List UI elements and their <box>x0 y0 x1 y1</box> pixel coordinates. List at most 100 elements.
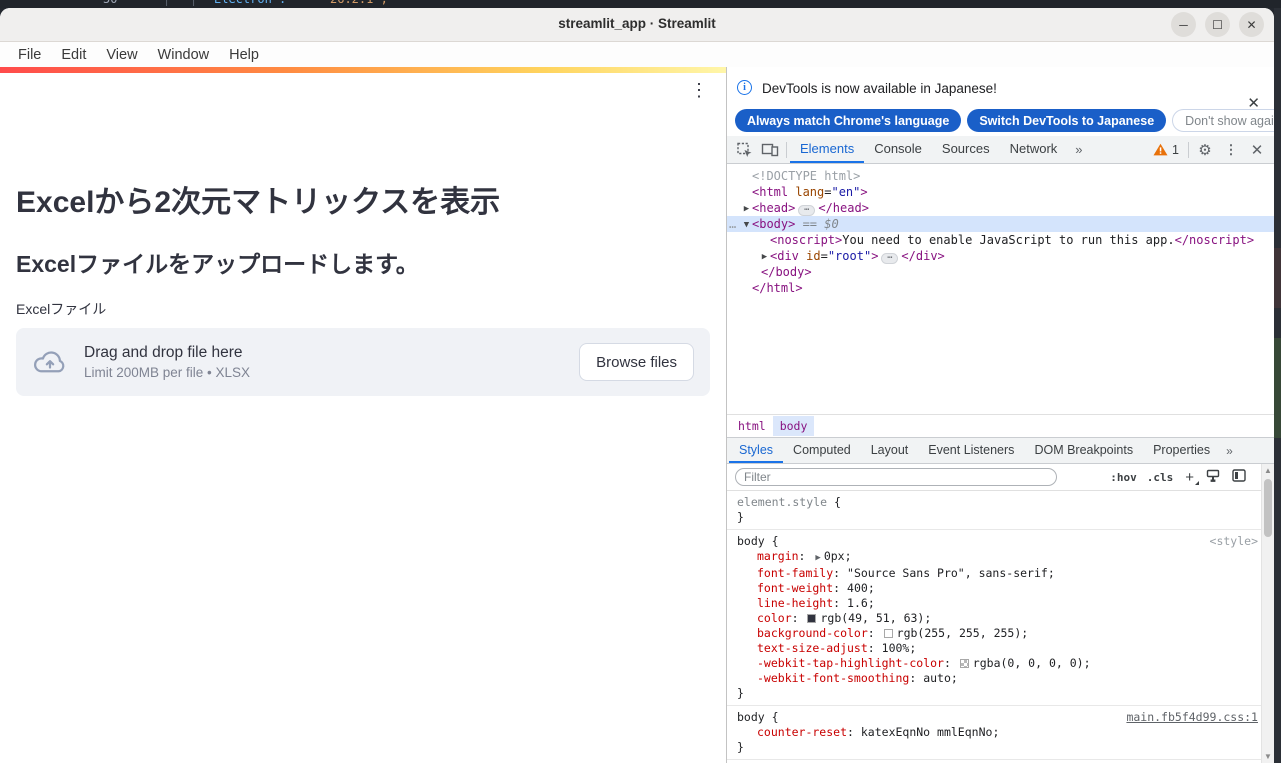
menu-help[interactable]: Help <box>219 47 269 63</box>
dom-node-line[interactable]: ▶<div id="root">⋯</div> <box>727 248 1274 264</box>
css-property[interactable]: background-color: rgb(255, 255, 255); <box>737 626 1252 641</box>
css-property[interactable]: font-family: "Source Sans Pro", sans-ser… <box>737 566 1252 581</box>
uploader-label: Excelファイル <box>16 299 106 319</box>
terminal-text-fragment: 26.2.1 ; <box>330 0 388 7</box>
dom-node-line[interactable]: ▶<head>⋯</head> <box>727 200 1274 216</box>
device-toolbar-icon[interactable] <box>757 138 783 162</box>
close-button[interactable]: ✕ <box>1239 12 1264 37</box>
expand-ellipsis-button[interactable]: ⋯ <box>881 253 898 264</box>
styles-filter-row: :hov .cls + <box>727 464 1274 491</box>
window-title: streamlit_app · Streamlit <box>0 16 1274 31</box>
scrollbar-down-arrow[interactable]: ▼ <box>1262 752 1274 761</box>
dom-node-line[interactable]: </html> <box>727 280 1274 296</box>
banner-button[interactable]: Switch DevTools to Japanese <box>967 109 1166 132</box>
file-limit-text: Limit 200MB per file • XLSX <box>84 365 250 380</box>
dom-node-line[interactable]: <noscript>You need to enable JavaScript … <box>727 232 1274 248</box>
css-property[interactable]: -webkit-tap-highlight-color: rgba(0, 0, … <box>737 656 1252 671</box>
expand-ellipsis-button[interactable]: ⋯ <box>798 205 815 216</box>
devtools-close-icon[interactable]: ✕ <box>1244 138 1270 162</box>
more-sidebar-tabs-icon[interactable]: » <box>1220 444 1239 458</box>
sidebar-tab-properties[interactable]: Properties <box>1143 438 1220 463</box>
pseudo-class-button[interactable]: .cls <box>1147 471 1174 484</box>
banner-buttons: Always match Chrome's language Switch Dev… <box>735 109 1274 132</box>
sidebar-tab-layout[interactable]: Layout <box>861 438 919 463</box>
inspect-element-icon[interactable] <box>731 138 757 162</box>
devtools-tab-elements[interactable]: Elements <box>790 136 864 163</box>
css-property[interactable]: font-weight: 400; <box>737 581 1252 596</box>
more-tabs-icon[interactable]: » <box>1067 142 1090 157</box>
color-swatch[interactable] <box>960 659 969 668</box>
menu-window[interactable]: Window <box>148 47 220 63</box>
devtools-tab-network[interactable]: Network <box>1000 136 1068 163</box>
styles-filter-input[interactable] <box>735 468 1057 486</box>
breadcrumb-html[interactable]: html <box>731 416 773 436</box>
page-subtitle: Excelファイルをアップロードします。 <box>16 245 419 279</box>
titlebar: streamlit_app · Streamlit ─ ☐ ✕ <box>0 8 1274 42</box>
dom-node-line[interactable]: <html lang="en"> <box>727 184 1274 200</box>
scrollbar-up-arrow[interactable]: ▲ <box>1262 466 1274 475</box>
dom-breadcrumb: htmlbody <box>727 414 1274 437</box>
menu-file[interactable]: File <box>8 47 51 63</box>
background-right-sliver <box>1274 8 1281 763</box>
stylesheet-source-link[interactable]: main.fb5f4d99.css:1 <box>1126 710 1258 725</box>
app-window: streamlit_app · Streamlit ─ ☐ ✕ FileEdit… <box>0 8 1274 763</box>
cloud-upload-icon <box>32 345 68 380</box>
pseudo-class-button[interactable]: :hov <box>1110 471 1137 484</box>
minimize-icon: ─ <box>1179 19 1188 31</box>
color-swatch[interactable] <box>807 614 816 623</box>
browse-files-button[interactable]: Browse files <box>579 343 694 381</box>
css-property[interactable]: text-size-adjust: 100%; <box>737 641 1252 656</box>
sidebar-panel-icon[interactable] <box>1232 469 1246 485</box>
styles-scrollbar[interactable]: ▲ ▼ <box>1261 464 1274 763</box>
file-uploader-dropzone[interactable]: Drag and drop file here Limit 200MB per … <box>16 328 710 396</box>
dom-node-line[interactable]: …▼<body> == $0 <box>727 216 1274 232</box>
app-menu-button[interactable]: ⋮ <box>690 82 708 98</box>
sidebar-tab-computed[interactable]: Computed <box>783 438 861 463</box>
minimize-button[interactable]: ─ <box>1171 12 1196 37</box>
scrollbar-thumb[interactable] <box>1264 479 1272 537</box>
sidebar-tab-styles[interactable]: Styles <box>729 438 783 463</box>
menu-view[interactable]: View <box>96 47 147 63</box>
css-rule[interactable]: element.style {} <box>727 491 1274 530</box>
banner-button[interactable]: Always match Chrome's language <box>735 109 961 132</box>
maximize-button[interactable]: ☐ <box>1205 12 1230 37</box>
warnings-badge[interactable]: 1 <box>1147 143 1185 157</box>
css-property[interactable]: color: rgb(49, 51, 63); <box>737 611 1252 626</box>
devtools-tab-sources[interactable]: Sources <box>932 136 1000 163</box>
sidebar-tab-event-listeners[interactable]: Event Listeners <box>918 438 1024 463</box>
terminal-text-fragment: 50 <box>103 0 117 7</box>
settings-gear-icon[interactable]: ⚙ <box>1192 138 1218 162</box>
style-origin-label: <style> <box>1210 534 1258 549</box>
css-property[interactable]: -webkit-font-smoothing: auto; <box>737 671 1252 686</box>
devtools-tab-console[interactable]: Console <box>864 136 932 163</box>
css-rule[interactable]: body {<style>margin: ▶0px;font-family: "… <box>727 530 1274 706</box>
styles-rules-area: element.style {}body {<style>margin: ▶0p… <box>727 491 1274 763</box>
color-swatch[interactable] <box>884 629 893 638</box>
info-icon: i <box>737 80 752 95</box>
banner-message: DevTools is now available in Japanese! <box>762 81 997 96</box>
dom-node-line[interactable]: </body> <box>727 264 1274 280</box>
devtools-language-banner: i DevTools is now available in Japanese!… <box>727 67 1274 136</box>
warning-icon <box>1153 143 1168 156</box>
rendering-emulation-icon[interactable] <box>1206 469 1220 486</box>
css-property[interactable]: line-height: 1.6; <box>737 596 1252 611</box>
new-style-rule-icon[interactable]: + <box>1185 469 1194 486</box>
terminal-text-fragment: │ <box>163 0 170 7</box>
banner-button[interactable]: Don't show again <box>1172 109 1274 132</box>
devtools-pane: i DevTools is now available in Japanese!… <box>726 67 1274 763</box>
css-rule[interactable]: body {main.fb5f4d99.css:1counter-reset: … <box>727 706 1274 760</box>
sidebar-tab-dom-breakpoints[interactable]: DOM Breakpoints <box>1024 438 1143 463</box>
devtools-menu-icon[interactable]: ⋮ <box>1218 138 1244 162</box>
css-property[interactable]: margin: ▶0px; <box>737 549 1252 566</box>
drag-drop-text: Drag and drop file here <box>84 344 250 362</box>
menu-edit[interactable]: Edit <box>51 47 96 63</box>
terminal-text-fragment: Electron : <box>214 0 286 7</box>
breadcrumb-body[interactable]: body <box>773 416 815 436</box>
dom-node-line[interactable]: <!DOCTYPE html> <box>727 168 1274 184</box>
css-property[interactable]: counter-reset: katexEqnNo mmlEqnNo; <box>737 725 1252 740</box>
close-icon: ✕ <box>1246 19 1256 31</box>
streamlit-app-pane: ⋮ Excelから2次元マトリックスを表示 Excelファイルをアップロードしま… <box>0 67 726 763</box>
elements-dom-tree: <!DOCTYPE html><html lang="en">▶<head>⋯<… <box>727 164 1274 414</box>
page-title: Excelから2次元マトリックスを表示 <box>16 177 500 221</box>
devtools-tab-bar: ElementsConsoleSourcesNetwork <box>790 136 1067 163</box>
